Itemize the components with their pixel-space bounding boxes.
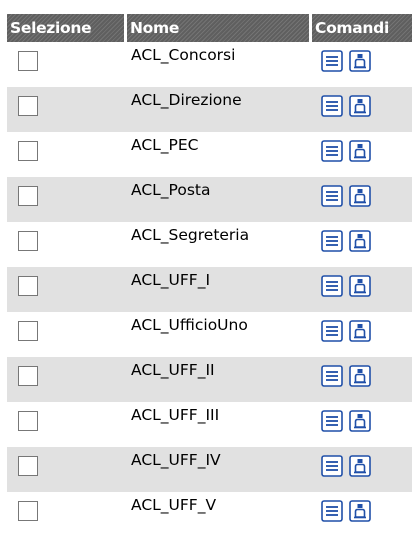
commands-cell xyxy=(312,132,412,177)
list-details-icon[interactable] xyxy=(321,230,343,252)
user-lock-icon[interactable] xyxy=(349,455,371,477)
table-row: ACL_UFF_V xyxy=(7,492,412,537)
list-details-icon[interactable] xyxy=(321,455,343,477)
list-details-icon[interactable] xyxy=(321,365,343,387)
table-header-row: Selezione Nome Comandi xyxy=(7,14,412,42)
table-row: ACL_UFF_III xyxy=(7,402,412,447)
row-select-checkbox[interactable] xyxy=(18,141,38,161)
list-details-icon[interactable] xyxy=(321,500,343,522)
user-lock-icon[interactable] xyxy=(349,230,371,252)
acl-name: ACL_UfficioUno xyxy=(127,312,312,357)
acl-name: ACL_UFF_I xyxy=(127,267,312,312)
user-lock-icon[interactable] xyxy=(349,95,371,117)
user-lock-icon[interactable] xyxy=(349,50,371,72)
row-select-checkbox[interactable] xyxy=(18,321,38,341)
row-select-checkbox[interactable] xyxy=(18,411,38,431)
acl-name: ACL_UFF_V xyxy=(127,492,312,537)
selection-cell xyxy=(7,312,127,357)
list-details-icon[interactable] xyxy=(321,320,343,342)
header-commands: Comandi xyxy=(312,14,412,42)
list-details-icon[interactable] xyxy=(321,140,343,162)
list-details-icon[interactable] xyxy=(321,410,343,432)
user-lock-icon[interactable] xyxy=(349,410,371,432)
list-details-icon[interactable] xyxy=(321,95,343,117)
acl-name: ACL_Direzione xyxy=(127,87,312,132)
table-row: ACL_UfficioUno xyxy=(7,312,412,357)
commands-cell xyxy=(312,42,412,87)
acl-name: ACL_UFF_IV xyxy=(127,447,312,492)
acl-name: ACL_Concorsi xyxy=(127,42,312,87)
commands-cell xyxy=(312,357,412,402)
table-row: ACL_UFF_IV xyxy=(7,447,412,492)
user-lock-icon[interactable] xyxy=(349,500,371,522)
row-select-checkbox[interactable] xyxy=(18,186,38,206)
list-details-icon[interactable] xyxy=(321,185,343,207)
selection-cell xyxy=(7,222,127,267)
row-select-checkbox[interactable] xyxy=(18,276,38,296)
selection-cell xyxy=(7,132,127,177)
acl-name: ACL_PEC xyxy=(127,132,312,177)
user-lock-icon[interactable] xyxy=(349,140,371,162)
table-row: ACL_UFF_I xyxy=(7,267,412,312)
user-lock-icon[interactable] xyxy=(349,185,371,207)
selection-cell xyxy=(7,177,127,222)
acl-name: ACL_UFF_II xyxy=(127,357,312,402)
acl-name: ACL_UFF_III xyxy=(127,402,312,447)
commands-cell xyxy=(312,402,412,447)
commands-cell xyxy=(312,447,412,492)
table-row: ACL_Direzione xyxy=(7,87,412,132)
table-row: ACL_Concorsi xyxy=(7,42,412,87)
row-select-checkbox[interactable] xyxy=(18,231,38,251)
header-name: Nome xyxy=(127,14,312,42)
selection-cell xyxy=(7,267,127,312)
table-row: ACL_PEC xyxy=(7,132,412,177)
selection-cell xyxy=(7,357,127,402)
commands-cell xyxy=(312,87,412,132)
row-select-checkbox[interactable] xyxy=(18,51,38,71)
user-lock-icon[interactable] xyxy=(349,320,371,342)
row-select-checkbox[interactable] xyxy=(18,456,38,476)
acl-name: ACL_Posta xyxy=(127,177,312,222)
commands-cell xyxy=(312,312,412,357)
commands-cell xyxy=(312,222,412,267)
user-lock-icon[interactable] xyxy=(349,365,371,387)
selection-cell xyxy=(7,87,127,132)
commands-cell xyxy=(312,267,412,312)
commands-cell xyxy=(312,177,412,222)
table-row: ACL_Posta xyxy=(7,177,412,222)
commands-cell xyxy=(312,492,412,537)
row-select-checkbox[interactable] xyxy=(18,96,38,116)
list-details-icon[interactable] xyxy=(321,275,343,297)
selection-cell xyxy=(7,402,127,447)
selection-cell xyxy=(7,447,127,492)
acl-table: Selezione Nome Comandi ACL_Concorsi ACL_D… xyxy=(7,14,412,537)
row-select-checkbox[interactable] xyxy=(18,501,38,521)
table-row: ACL_Segreteria xyxy=(7,222,412,267)
selection-cell xyxy=(7,492,127,537)
list-details-icon[interactable] xyxy=(321,50,343,72)
header-selection: Selezione xyxy=(7,14,127,42)
acl-name: ACL_Segreteria xyxy=(127,222,312,267)
row-select-checkbox[interactable] xyxy=(18,366,38,386)
selection-cell xyxy=(7,42,127,87)
user-lock-icon[interactable] xyxy=(349,275,371,297)
table-row: ACL_UFF_II xyxy=(7,357,412,402)
